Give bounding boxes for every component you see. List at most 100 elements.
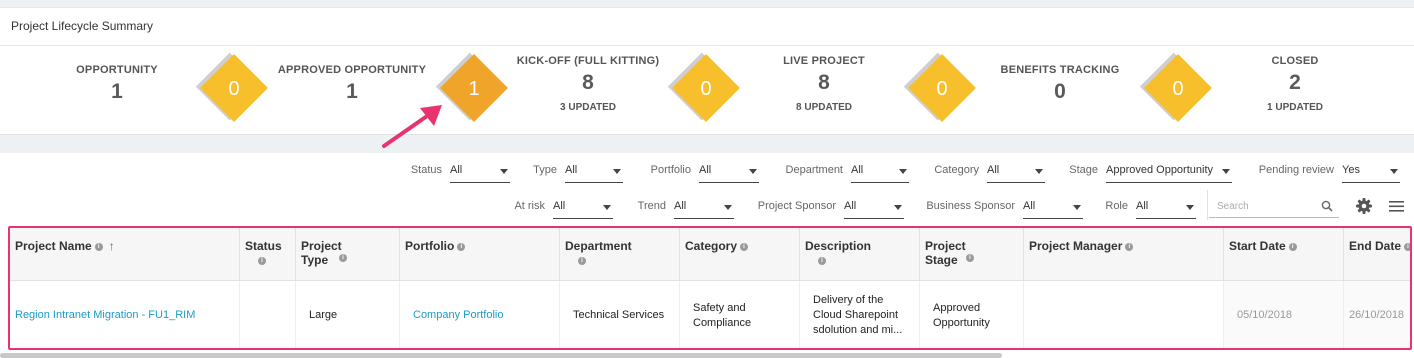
- stage-label: KICK-OFF (FULL KITTING): [516, 55, 660, 67]
- cell-project-stage: Approved Opportunity: [920, 281, 1024, 348]
- info-icon: i: [740, 242, 749, 251]
- chevron-down-icon: [603, 205, 611, 210]
- menu-icon[interactable]: [1388, 197, 1406, 215]
- stage-live-project[interactable]: LIVE PROJECT 8 8 UPDATED: [724, 55, 924, 113]
- filter-label: Pending review: [1258, 164, 1334, 176]
- cell-project-type: Large: [296, 281, 400, 348]
- cell-description: Delivery of the Cloud Sharepoint sdoluti…: [800, 281, 920, 348]
- select-value: Yes: [1342, 164, 1360, 176]
- department-select[interactable]: All: [851, 164, 909, 183]
- cell-project-manager: [1024, 281, 1224, 348]
- column-header-start-date[interactable]: Start Date i: [1224, 228, 1344, 280]
- stage-select[interactable]: Approved Opportunity: [1106, 164, 1232, 183]
- column-label: Project Type: [301, 239, 342, 267]
- stage-label: LIVE PROJECT: [783, 55, 865, 67]
- filter-label: Category: [934, 164, 979, 176]
- gear-icon[interactable]: [1355, 197, 1373, 215]
- pending-review-select[interactable]: Yes: [1342, 164, 1400, 183]
- column-header-portfolio[interactable]: Portfolio i: [400, 228, 560, 280]
- select-value: All: [1023, 200, 1036, 212]
- stage-count: 8: [818, 71, 830, 94]
- select-value: All: [565, 164, 578, 176]
- at-risk-select[interactable]: All: [553, 200, 613, 219]
- info-icon: i: [966, 254, 974, 262]
- column-label: Category: [685, 239, 738, 253]
- info-icon: i: [258, 256, 266, 265]
- column-header-department[interactable]: Department i: [560, 228, 680, 280]
- chevron-down-icon: [613, 169, 621, 174]
- chevron-down-icon: [1186, 205, 1194, 210]
- search-placeholder: Search: [1217, 201, 1249, 212]
- project-sponsor-select[interactable]: All: [844, 200, 904, 219]
- select-value: All: [699, 164, 712, 176]
- divider: [0, 45, 1414, 46]
- column-header-project-type[interactable]: Project Type i: [296, 228, 400, 280]
- column-header-project-manager[interactable]: Project Manager i: [1024, 228, 1224, 280]
- column-header-project-stage[interactable]: Project Stage i: [920, 228, 1024, 280]
- stage-updated: 1 UPDATED: [1267, 102, 1323, 113]
- column-label: End Date: [1349, 239, 1402, 253]
- info-icon: i: [339, 254, 347, 262]
- column-label: Status: [245, 239, 282, 253]
- role-select[interactable]: All: [1136, 200, 1196, 219]
- info-icon: i: [1404, 242, 1410, 251]
- column-label: Start Date: [1229, 239, 1286, 253]
- column-header-status[interactable]: Status i: [240, 228, 296, 280]
- chevron-down-icon: [1222, 169, 1230, 174]
- status-select[interactable]: All: [450, 164, 510, 183]
- stage-benefits-tracking[interactable]: BENEFITS TRACKING 0: [960, 64, 1160, 104]
- cell-project-name-link[interactable]: Region Intranet Migration - FU1_RIM: [10, 281, 240, 348]
- column-label: Portfolio: [405, 239, 455, 253]
- stage-opportunity[interactable]: OPPORTUNITY 1: [17, 64, 217, 104]
- type-select[interactable]: All: [565, 164, 623, 183]
- table-header: Project Name i ↑ Status i Project Type i Por…: [10, 228, 1410, 281]
- search-icon: [1321, 200, 1333, 212]
- stage-approved-opportunity[interactable]: APPROVED OPPORTUNITY 1: [252, 64, 452, 104]
- column-label: Project Manager: [1029, 239, 1123, 253]
- horizontal-scrollbar[interactable]: [0, 353, 1002, 358]
- cell-status: [240, 281, 296, 348]
- filter-label: Business Sponsor: [926, 200, 1015, 212]
- info-icon: i: [818, 256, 826, 265]
- business-sponsor-select[interactable]: All: [1023, 200, 1083, 219]
- filter-label: Status: [410, 164, 442, 176]
- column-header-category[interactable]: Category i: [680, 228, 800, 280]
- divider: [1207, 190, 1208, 220]
- select-value: All: [674, 200, 687, 212]
- stage-count: 8: [582, 71, 594, 94]
- chevron-down-icon: [1035, 169, 1043, 174]
- chevron-down-icon: [1390, 169, 1398, 174]
- cell-portfolio-link[interactable]: Company Portfolio: [400, 281, 560, 348]
- search-input[interactable]: Search: [1209, 198, 1339, 218]
- stage-updated: 8 UPDATED: [796, 102, 852, 113]
- category-select[interactable]: All: [987, 164, 1045, 183]
- stage-label: BENEFITS TRACKING: [1000, 64, 1120, 76]
- filter-label: Department: [785, 164, 843, 176]
- stage-closed[interactable]: CLOSED 2 1 UPDATED: [1195, 55, 1395, 113]
- stage-kick-off[interactable]: KICK-OFF (FULL KITTING) 8 3 UPDATED: [488, 55, 688, 113]
- column-header-description[interactable]: Description i: [800, 228, 920, 280]
- info-icon: i: [1288, 242, 1297, 251]
- filter-label: Stage: [1069, 164, 1098, 176]
- select-value: All: [450, 164, 463, 176]
- summary-title: Project Lifecycle Summary: [11, 19, 154, 33]
- portfolio-select[interactable]: All: [699, 164, 759, 183]
- column-label: Description: [805, 239, 872, 253]
- chevron-down-icon: [894, 205, 902, 210]
- cell-department: Technical Services: [560, 281, 680, 348]
- chevron-down-icon: [500, 169, 508, 174]
- select-value: All: [844, 200, 857, 212]
- filter-label: Type: [533, 164, 557, 176]
- chevron-down-icon: [724, 205, 732, 210]
- projects-panel: Status All Type All Portfolio All Depart…: [0, 153, 1414, 358]
- trend-select[interactable]: All: [674, 200, 734, 219]
- info-icon: i: [457, 242, 466, 251]
- column-label: Department: [565, 239, 632, 253]
- filter-label: Project Sponsor: [757, 200, 836, 212]
- sort-up-icon[interactable]: ↑: [109, 239, 115, 253]
- projects-table: Project Name i ↑ Status i Project Type i Por…: [8, 226, 1412, 350]
- column-header-project-name[interactable]: Project Name i ↑: [10, 228, 240, 280]
- column-header-end-date[interactable]: End Date i: [1344, 228, 1410, 280]
- filter-label: Trend: [637, 200, 666, 212]
- stage-count: 1: [111, 80, 123, 103]
